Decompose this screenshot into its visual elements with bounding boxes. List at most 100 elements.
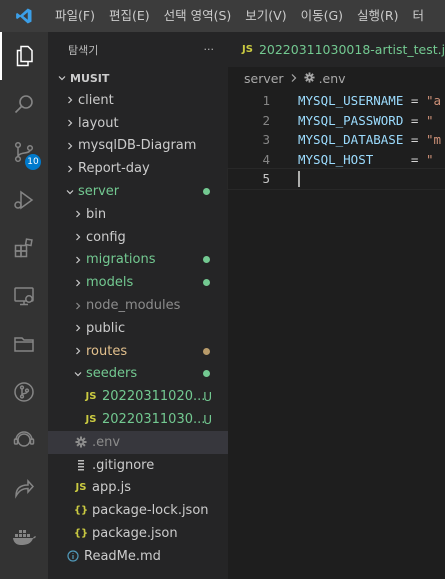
line-number: 2 bbox=[262, 112, 270, 128]
tree-folder-routes[interactable]: routes bbox=[48, 340, 228, 363]
tree-folder-node-modules[interactable]: node_modules bbox=[48, 294, 228, 317]
tree-file-package-json[interactable]: {} package.json bbox=[48, 522, 228, 545]
live-share-icon[interactable] bbox=[0, 416, 48, 464]
chevron-down-icon bbox=[62, 187, 78, 197]
env-value: "m bbox=[425, 132, 441, 148]
modified-dot bbox=[203, 370, 210, 378]
share-icon[interactable] bbox=[0, 464, 48, 512]
docker-icon[interactable] bbox=[0, 512, 48, 560]
untracked-badge: U bbox=[203, 412, 212, 427]
menu-selection[interactable]: 선택 영역(S) bbox=[157, 0, 239, 32]
menu-file[interactable]: 파일(F) bbox=[48, 0, 102, 32]
code-line: 1 MYSQL_USERNAME = "a bbox=[228, 91, 445, 111]
editor-tab[interactable]: JS 20220311030018-artist_test.js bbox=[228, 32, 445, 67]
tree-folder-server[interactable]: server bbox=[48, 180, 228, 203]
tree-item-label: client bbox=[78, 92, 114, 108]
tree-item-label: config bbox=[86, 229, 126, 245]
tree-folder-public[interactable]: public bbox=[48, 317, 228, 340]
chevron-right-icon bbox=[70, 232, 86, 242]
breadcrumb-folder[interactable]: server bbox=[244, 71, 284, 86]
run-debug-icon[interactable] bbox=[0, 176, 48, 224]
env-key: MYSQL_PASSWORD bbox=[298, 112, 404, 128]
info-icon bbox=[64, 550, 82, 562]
js-file-icon: JS bbox=[242, 44, 253, 55]
menu-run[interactable]: 실행(R) bbox=[350, 0, 405, 32]
code-line: 2 MYSQL_PASSWORD = " bbox=[228, 111, 445, 131]
tree-folder-seeders[interactable]: seeders bbox=[48, 363, 228, 386]
equals: = bbox=[403, 112, 426, 128]
chevron-right-icon bbox=[62, 164, 78, 174]
project-name: MUSIT bbox=[70, 71, 110, 85]
tree-item-label: app.js bbox=[92, 480, 131, 496]
code-area[interactable]: 1 MYSQL_USERNAME = "a 2 MYSQL_PASSWORD =… bbox=[227, 89, 445, 190]
tree-file-gitignore[interactable]: .gitignore bbox=[48, 454, 228, 477]
tree-file-seeder-1[interactable]: JS 20220311020... U bbox=[48, 385, 228, 408]
tree-file-package-lock[interactable]: {} package-lock.json bbox=[48, 499, 228, 522]
remote-explorer-icon[interactable] bbox=[0, 272, 48, 320]
tree-item-label: ReadMe.md bbox=[84, 548, 161, 564]
explorer-icon[interactable] bbox=[0, 32, 48, 80]
gear-icon bbox=[72, 436, 90, 448]
tree-item-label: node_modules bbox=[86, 298, 181, 314]
tree-folder-client[interactable]: client bbox=[48, 89, 228, 112]
git-graph-icon[interactable] bbox=[0, 368, 48, 416]
vscode-logo-icon bbox=[0, 0, 48, 32]
code-line-current: 5 bbox=[227, 168, 445, 190]
menu-view[interactable]: 보기(V) bbox=[238, 0, 293, 32]
tree-item-label: seeders bbox=[86, 366, 138, 382]
line-number: 4 bbox=[262, 151, 270, 167]
tree-folder-config[interactable]: config bbox=[48, 226, 228, 249]
menu-edit[interactable]: 편집(E) bbox=[102, 0, 157, 32]
equals: = bbox=[403, 93, 426, 109]
line-number: 3 bbox=[262, 132, 270, 148]
tree-file-seeder-2[interactable]: JS 20220311030... U bbox=[48, 408, 228, 431]
editor-tabs: JS 20220311030018-artist_test.js bbox=[228, 32, 445, 67]
modified-dot bbox=[203, 188, 210, 196]
modified-dot bbox=[203, 347, 210, 355]
menu-go[interactable]: 이동(G) bbox=[294, 0, 350, 32]
env-key: MYSQL_DATABASE bbox=[298, 132, 404, 148]
js-file-icon: JS bbox=[75, 482, 87, 494]
chevron-down-icon bbox=[70, 369, 86, 379]
tree-folder-mysqldb-diagram[interactable]: mysqlDB-Diagram bbox=[48, 135, 228, 158]
json-file-icon: {} bbox=[73, 505, 89, 517]
tree-folder-bin[interactable]: bin bbox=[48, 203, 228, 226]
tree-item-label: 20220311030... bbox=[102, 412, 206, 428]
code-line: 4 MYSQL_HOST = " bbox=[228, 150, 445, 170]
breadcrumb-file[interactable]: .env bbox=[319, 71, 346, 86]
text-cursor bbox=[298, 171, 300, 187]
js-file-icon: JS bbox=[85, 391, 97, 403]
folder-icon[interactable] bbox=[0, 320, 48, 368]
modified-dot bbox=[203, 256, 210, 264]
chevron-right-icon bbox=[62, 95, 78, 105]
tree-folder-layout[interactable]: layout bbox=[48, 112, 228, 135]
project-section-header[interactable]: MUSIT bbox=[48, 67, 228, 89]
tree-folder-report-day[interactable]: Report-day bbox=[48, 157, 228, 180]
env-key: MYSQL_USERNAME bbox=[298, 93, 404, 109]
env-value: " bbox=[425, 112, 434, 128]
tree-folder-migrations[interactable]: migrations bbox=[48, 249, 228, 272]
more-actions-button[interactable]: ··· bbox=[204, 43, 215, 56]
editor-area: JS 20220311030018-artist_test.js server … bbox=[227, 32, 445, 579]
tree-item-label: layout bbox=[78, 115, 119, 131]
chevron-right-icon bbox=[70, 301, 86, 311]
title-bar: 파일(F) 편집(E) 선택 영역(S) 보기(V) 이동(G) 실행(R) 터 bbox=[0, 0, 445, 32]
env-key: MYSQL_HOST bbox=[298, 151, 404, 167]
tree-item-label: bin bbox=[86, 206, 107, 222]
explorer-title: 탐색기 bbox=[68, 43, 99, 57]
tree-file-readme[interactable]: ReadMe.md bbox=[48, 545, 228, 568]
tree-folder-models[interactable]: models bbox=[48, 271, 228, 294]
gear-icon bbox=[304, 71, 315, 86]
extensions-icon[interactable] bbox=[0, 224, 48, 272]
tree-file-env[interactable]: .env bbox=[48, 430, 228, 454]
tree-file-app-js[interactable]: JS app.js bbox=[48, 477, 228, 500]
line-number: 5 bbox=[262, 171, 270, 187]
tree-item-label: Report-day bbox=[78, 161, 150, 177]
json-file-icon: {} bbox=[73, 528, 89, 540]
chevron-right-icon bbox=[70, 278, 86, 288]
env-value: " bbox=[425, 151, 434, 167]
menu-terminal[interactable]: 터 bbox=[406, 0, 432, 32]
source-control-icon[interactable]: 10 bbox=[0, 128, 48, 176]
tree-item-label: models bbox=[86, 275, 134, 291]
search-icon[interactable] bbox=[0, 80, 48, 128]
